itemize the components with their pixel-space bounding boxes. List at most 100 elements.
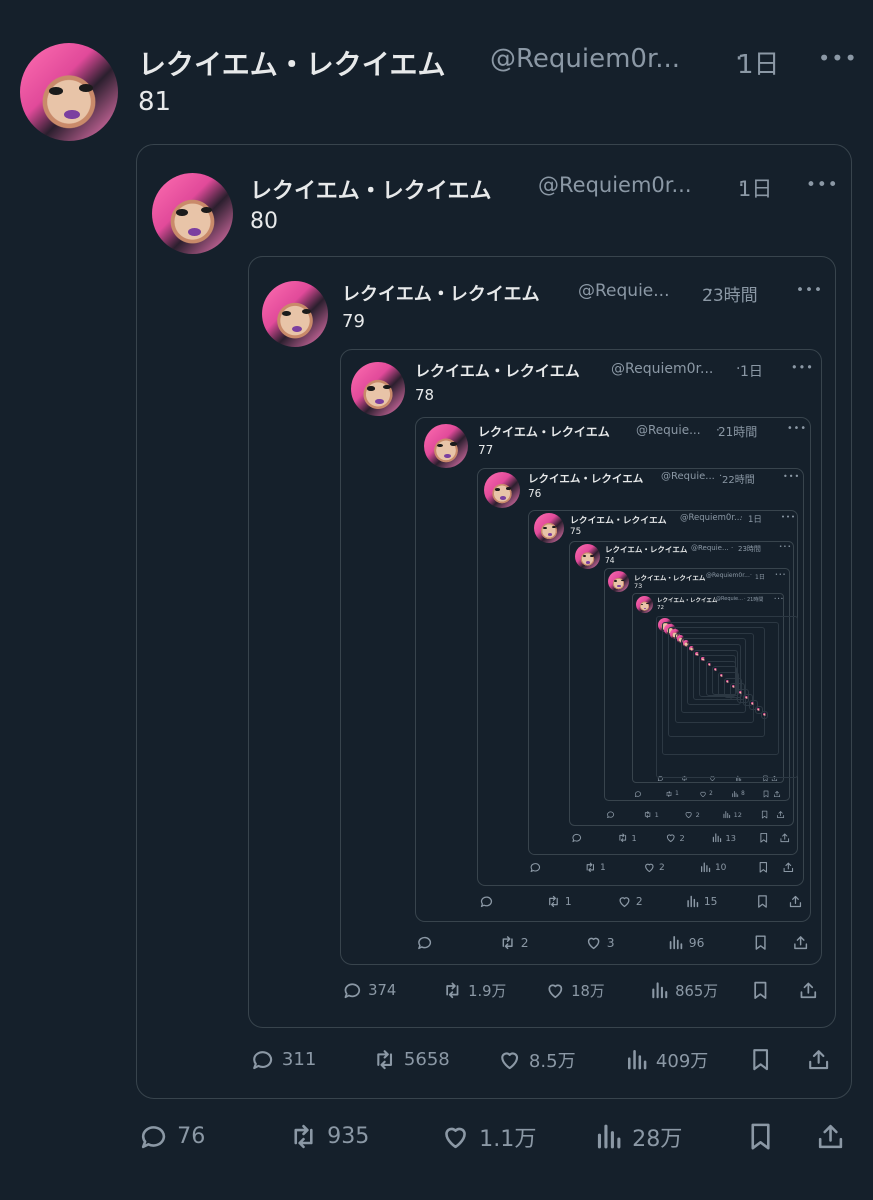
handle[interactable]: @Requie... bbox=[636, 423, 701, 437]
more-options-button[interactable]: ••• bbox=[796, 282, 823, 298]
share-button[interactable] bbox=[776, 810, 785, 819]
more-options-button[interactable]: ••• bbox=[787, 423, 807, 434]
repost-button[interactable]: 935 bbox=[288, 1121, 369, 1152]
bookmark-button[interactable] bbox=[758, 832, 770, 844]
share-button[interactable] bbox=[798, 980, 819, 1001]
reply-button[interactable]: 374 bbox=[342, 980, 396, 1001]
views-button[interactable]: 8 bbox=[731, 790, 745, 798]
handle[interactable]: @Requiem0r... bbox=[490, 44, 680, 74]
display-name[interactable]: レクイエム・レクイエム bbox=[605, 544, 687, 555]
views-button[interactable]: 28万 bbox=[593, 1121, 682, 1153]
like-button[interactable]: 2 bbox=[665, 832, 685, 844]
more-options-button[interactable]: ••• bbox=[779, 544, 792, 550]
handle[interactable]: @Requiem0r... bbox=[538, 173, 692, 197]
more-options-button[interactable]: ••• bbox=[806, 174, 839, 194]
views-button[interactable]: 15 bbox=[685, 894, 717, 909]
repost-button[interactable]: 1 bbox=[665, 790, 679, 798]
share-button[interactable] bbox=[806, 1047, 831, 1072]
share-button[interactable] bbox=[782, 861, 795, 874]
like-button[interactable]: 2 bbox=[684, 810, 700, 819]
views-button[interactable]: 12 bbox=[722, 810, 742, 819]
timestamp[interactable]: 21時間 bbox=[718, 423, 757, 440]
avatar[interactable] bbox=[152, 173, 233, 254]
views-button[interactable]: 13 bbox=[711, 832, 736, 844]
bookmark-button[interactable] bbox=[757, 861, 770, 874]
views-button[interactable]: 865万 bbox=[649, 980, 718, 1001]
handle[interactable]: @Requie... bbox=[716, 596, 743, 602]
views-button[interactable]: 96 bbox=[667, 934, 704, 951]
repost-button[interactable]: 1 bbox=[584, 861, 606, 874]
share-button[interactable] bbox=[773, 790, 781, 798]
display-name[interactable]: レクイエム・レクイエム bbox=[250, 173, 492, 205]
views-button[interactable]: 10 bbox=[699, 861, 726, 874]
avatar[interactable] bbox=[20, 43, 118, 141]
avatar[interactable] bbox=[484, 472, 520, 508]
bookmark-button[interactable] bbox=[755, 894, 770, 909]
more-options-button[interactable]: ••• bbox=[818, 46, 858, 70]
handle[interactable]: @Requie... bbox=[691, 544, 729, 552]
more-options-button[interactable]: ••• bbox=[775, 573, 787, 578]
repost-button[interactable]: 2 bbox=[499, 934, 529, 951]
share-button[interactable] bbox=[792, 934, 809, 951]
like-button[interactable]: 8.5万 bbox=[497, 1047, 576, 1073]
share-button[interactable] bbox=[815, 1121, 846, 1152]
more-options-button[interactable]: ••• bbox=[774, 596, 784, 601]
timestamp[interactable]: 1日 bbox=[748, 513, 762, 525]
bookmark-button[interactable] bbox=[752, 934, 769, 951]
avatar[interactable] bbox=[575, 544, 600, 569]
avatar[interactable] bbox=[351, 362, 405, 416]
bookmark-button[interactable] bbox=[750, 980, 771, 1001]
timestamp[interactable]: 21時間 bbox=[747, 596, 763, 603]
handle[interactable]: @Requie... bbox=[661, 471, 715, 482]
reply-button[interactable] bbox=[416, 934, 438, 951]
handle[interactable]: @Requiem0r... bbox=[611, 361, 713, 377]
bookmark-button[interactable] bbox=[760, 810, 769, 819]
more-options-button[interactable]: ••• bbox=[781, 513, 796, 521]
display-name[interactable]: レクイエム・レクイエム bbox=[478, 423, 610, 440]
like-button[interactable]: 2 bbox=[617, 894, 643, 909]
like-button[interactable]: 2 bbox=[643, 861, 665, 874]
avatar[interactable] bbox=[262, 281, 328, 347]
bookmark-button[interactable] bbox=[762, 790, 770, 798]
like-button[interactable]: 1.1万 bbox=[440, 1121, 536, 1153]
display-name[interactable]: レクイエム・レクイエム bbox=[138, 43, 445, 83]
share-button[interactable] bbox=[779, 832, 791, 844]
reply-button[interactable] bbox=[479, 894, 498, 909]
bookmark-button[interactable] bbox=[748, 1047, 773, 1072]
avatar[interactable] bbox=[534, 513, 564, 543]
reply-button[interactable] bbox=[529, 861, 545, 874]
avatar[interactable] bbox=[608, 571, 629, 592]
display-name[interactable]: レクイエム・レクイエム bbox=[415, 360, 580, 381]
repost-button[interactable]: 1 bbox=[617, 832, 637, 844]
views-button[interactable]: 409万 bbox=[624, 1047, 708, 1073]
avatar[interactable] bbox=[636, 596, 653, 613]
timestamp[interactable]: 1日 bbox=[740, 361, 763, 381]
reply-button[interactable] bbox=[634, 790, 644, 798]
display-name[interactable]: レクイエム・レクイエム bbox=[570, 513, 667, 526]
reply-button[interactable]: 76 bbox=[138, 1121, 205, 1152]
timestamp[interactable]: 1日 bbox=[755, 572, 765, 581]
share-button[interactable] bbox=[788, 894, 803, 909]
timestamp[interactable]: 23時間 bbox=[738, 544, 761, 554]
like-button[interactable]: 2 bbox=[699, 790, 713, 798]
reply-button[interactable]: 311 bbox=[250, 1047, 316, 1072]
repost-button[interactable]: 1 bbox=[643, 810, 659, 819]
more-options-button[interactable]: ••• bbox=[783, 472, 800, 481]
repost-button[interactable]: 1.9万 bbox=[442, 980, 506, 1001]
bookmark-button[interactable] bbox=[745, 1121, 776, 1152]
timestamp[interactable]: 23時間 bbox=[702, 281, 758, 306]
handle[interactable]: @Requiem0r... bbox=[706, 572, 750, 579]
display-name[interactable]: レクイエム・レクイエム bbox=[528, 471, 643, 486]
timestamp[interactable]: 22時間 bbox=[722, 471, 755, 486]
like-button[interactable]: 18万 bbox=[545, 980, 605, 1001]
timestamp[interactable]: 1日 bbox=[737, 44, 780, 81]
more-options-button[interactable]: ••• bbox=[791, 361, 814, 374]
display-name[interactable]: レクイエム・レクイエム bbox=[634, 572, 705, 582]
like-button[interactable]: 3 bbox=[585, 934, 615, 951]
repost-button[interactable]: 5658 bbox=[372, 1047, 450, 1072]
handle[interactable]: @Requie... bbox=[578, 281, 669, 301]
handle[interactable]: @Requiem0r... bbox=[680, 513, 742, 523]
display-name[interactable]: レクイエム・レクイエム bbox=[657, 596, 717, 604]
avatar[interactable] bbox=[424, 424, 468, 468]
reply-button[interactable] bbox=[571, 832, 586, 844]
